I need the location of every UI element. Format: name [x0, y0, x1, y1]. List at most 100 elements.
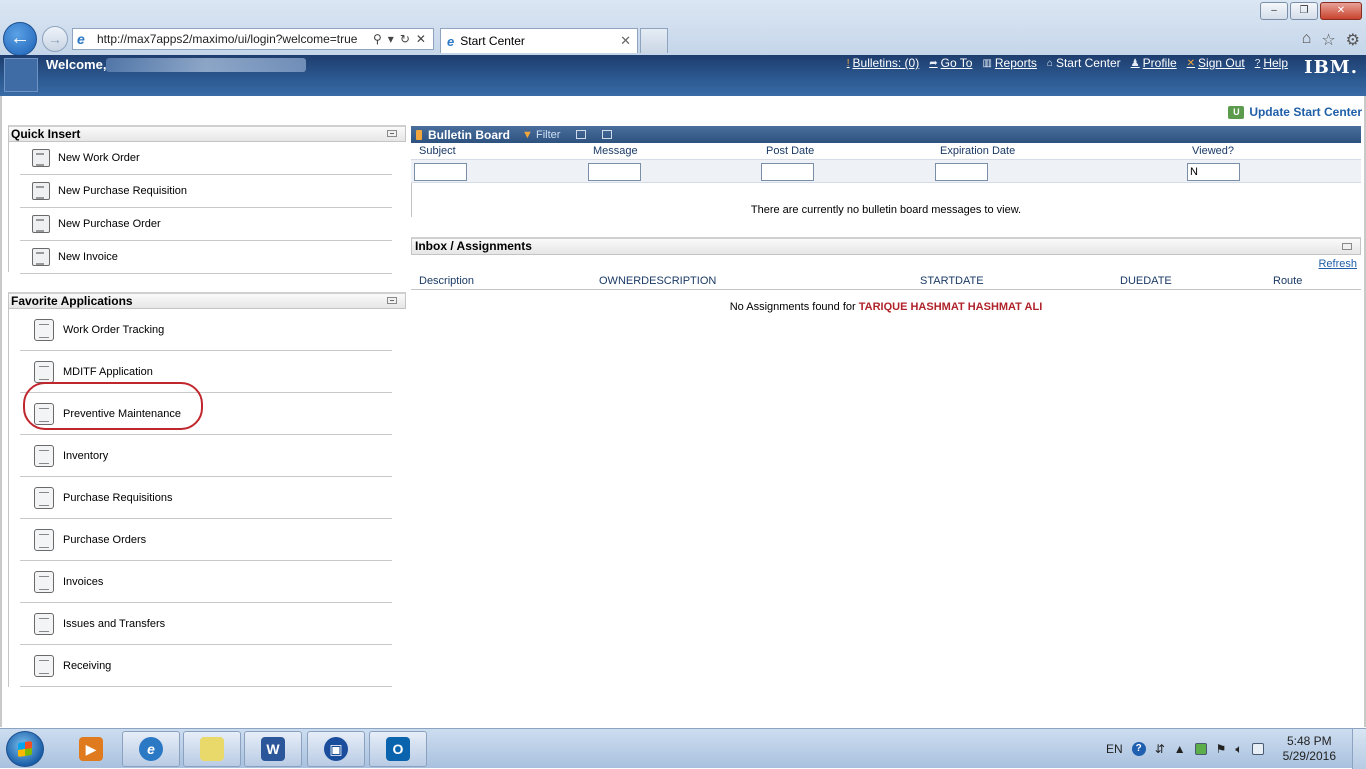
- inbox-title: Inbox / Assignments: [415, 239, 532, 253]
- language-indicator[interactable]: EN: [1106, 742, 1123, 756]
- close-window-button[interactable]: ✕: [1320, 2, 1362, 20]
- volume-icon[interactable]: 🔈︎: [1235, 742, 1242, 757]
- system-tray: EN ? ⇵ ▲ ⚑ 🔈︎ 5:48 PM 5/29/2016: [1106, 729, 1336, 769]
- bulletin-warning-icon: [416, 129, 422, 140]
- column-header[interactable]: Subject: [419, 145, 456, 157]
- back-button[interactable]: ←: [3, 22, 37, 56]
- reports-label: Reports: [994, 56, 1037, 70]
- filter-toggle[interactable]: ▼ Filter: [522, 129, 560, 141]
- browser-tab-start-center[interactable]: e Start Center ✕: [440, 28, 638, 53]
- start-center-link[interactable]: ⌂ Start Center: [1047, 56, 1121, 70]
- favorite-app-item[interactable]: Receiving: [20, 645, 392, 687]
- url-text[interactable]: http://max7apps2/maximo/ui/login?welcome…: [97, 32, 367, 46]
- dropdown-arrow-icon[interactable]: ▾: [388, 32, 394, 46]
- favorite-app-item[interactable]: Purchase Requisitions: [20, 477, 392, 519]
- column-header[interactable]: STARTDATE: [920, 275, 984, 287]
- taskbar-remote-desktop[interactable]: ▣: [307, 731, 365, 767]
- browser-toolbar-icons: ⌂ ☆ ⚙: [1302, 30, 1360, 50]
- viewed-filter-input[interactable]: [1187, 163, 1240, 181]
- update-start-center-link[interactable]: U Update Start Center: [1228, 105, 1362, 119]
- column-header[interactable]: Post Date: [766, 145, 814, 157]
- filter-label: Filter: [535, 128, 561, 141]
- favorite-app-item[interactable]: Invoices: [20, 561, 392, 603]
- favorite-app-item[interactable]: Inventory: [20, 435, 392, 477]
- purchase-orders-icon: [34, 528, 54, 551]
- new-tab-button[interactable]: [640, 28, 668, 53]
- forward-button[interactable]: →: [42, 26, 68, 52]
- post-date-filter-input[interactable]: [761, 163, 814, 181]
- column-header[interactable]: Description: [419, 275, 474, 287]
- close-tab-icon[interactable]: ✕: [620, 33, 631, 49]
- quick-insert-item[interactable]: New Invoice: [20, 241, 392, 274]
- taskbar-sticky-notes[interactable]: [183, 731, 241, 767]
- favorite-app-item[interactable]: Work Order Tracking: [20, 309, 392, 351]
- goto-arrow-icon: ➦: [929, 57, 938, 69]
- sign-out-link[interactable]: ✕ Sign Out: [1187, 56, 1245, 70]
- bulletins-label: Bulletins: (0): [852, 56, 920, 70]
- quick-insert-item[interactable]: New Purchase Order: [20, 208, 392, 241]
- column-header[interactable]: OWNERDESCRIPTION: [599, 275, 716, 287]
- subject-filter-input[interactable]: [414, 163, 467, 181]
- issues-and-transfers-icon: [34, 612, 54, 635]
- column-header[interactable]: Route: [1273, 275, 1302, 287]
- taskbar-media-player[interactable]: ▶: [62, 731, 120, 767]
- taskbar-word[interactable]: W: [244, 731, 302, 767]
- help-link[interactable]: ? Help: [1255, 56, 1288, 70]
- restore-button[interactable]: ❐: [1290, 2, 1318, 20]
- minimize-portlet-icon[interactable]: [1342, 243, 1352, 250]
- taskbar-outlook[interactable]: O: [369, 731, 427, 767]
- windows-taskbar: ▶ e W ▣ O EN ? ⇵ ▲ ⚑ 🔈︎ 5:48 PM 5/29/201…: [0, 728, 1366, 769]
- goto-link[interactable]: ➦ Go To: [929, 56, 972, 70]
- help-tray-icon[interactable]: ?: [1131, 742, 1146, 756]
- media-player-icon: ▶: [79, 737, 103, 761]
- column-header[interactable]: Viewed?: [1192, 145, 1234, 157]
- message-filter-input[interactable]: [588, 163, 641, 181]
- reports-link[interactable]: ▥ Reports: [982, 56, 1036, 70]
- quick-insert-item[interactable]: New Purchase Requisition: [20, 175, 392, 208]
- column-header[interactable]: Expiration Date: [940, 145, 1015, 157]
- maximo-logo-icon: [4, 58, 38, 92]
- refresh-icon[interactable]: ↻: [400, 32, 410, 46]
- favorite-app-item[interactable]: Issues and Transfers: [20, 603, 392, 645]
- minimize-button[interactable]: –: [1260, 2, 1288, 20]
- quick-insert-item[interactable]: New Work Order: [20, 142, 392, 175]
- remote-desktop-icon: ▣: [324, 737, 348, 761]
- minimize-portlet-icon[interactable]: [387, 130, 397, 137]
- taskbar-internet-explorer[interactable]: e: [122, 731, 180, 767]
- quick-insert-border: [8, 142, 9, 272]
- search-icon[interactable]: ⚲: [373, 32, 382, 46]
- favorite-applications-border: [8, 309, 9, 687]
- stop-icon[interactable]: ✕: [416, 32, 426, 46]
- bulletins-link[interactable]: ! Bulletins: (0): [847, 56, 919, 70]
- clear-filter-icon[interactable]: [602, 130, 613, 139]
- favorite-app-item[interactable]: Purchase Orders: [20, 519, 392, 561]
- expiration-date-filter-input[interactable]: [935, 163, 988, 181]
- minimize-portlet-icon[interactable]: [387, 297, 397, 304]
- security-shield-icon[interactable]: [1194, 743, 1207, 755]
- sign-out-label: Sign Out: [1198, 56, 1245, 70]
- purchase-order-icon: [32, 215, 50, 233]
- refresh-link[interactable]: Refresh: [1318, 258, 1357, 270]
- help-label: Help: [1263, 56, 1288, 70]
- action-center-flag-icon[interactable]: ⚑: [1216, 742, 1227, 756]
- profile-link[interactable]: ♟ Profile: [1131, 56, 1177, 70]
- start-button[interactable]: [6, 731, 44, 767]
- clock[interactable]: 5:48 PM 5/29/2016: [1283, 734, 1336, 764]
- input-settings-icon[interactable]: ⇵: [1155, 742, 1165, 756]
- address-bar[interactable]: e http://max7apps2/maximo/ui/login?welco…: [72, 28, 434, 50]
- browser-chrome: – ❐ ✕ ← → e http://max7apps2/maximo/ui/l…: [0, 0, 1366, 56]
- show-hidden-icons-icon[interactable]: ▲: [1174, 742, 1186, 756]
- quick-insert-label: New Work Order: [58, 152, 140, 164]
- home-icon[interactable]: ⌂: [1302, 30, 1312, 50]
- column-header[interactable]: Message: [593, 145, 638, 157]
- assignee-name: TARIQUE HASHMAT HASHMAT ALI: [858, 301, 1043, 313]
- favorites-star-icon[interactable]: ☆: [1321, 30, 1335, 50]
- find-binoculars-icon[interactable]: [576, 130, 587, 139]
- network-icon[interactable]: [1251, 743, 1264, 755]
- settings-gear-icon[interactable]: ⚙: [1346, 30, 1360, 50]
- mditf-application-icon: [34, 360, 54, 383]
- window-controls: – ❐ ✕: [1260, 2, 1362, 20]
- show-desktop-button[interactable]: [1352, 729, 1366, 769]
- quick-insert-title: Quick Insert: [11, 127, 81, 141]
- column-header[interactable]: DUEDATE: [1120, 275, 1172, 287]
